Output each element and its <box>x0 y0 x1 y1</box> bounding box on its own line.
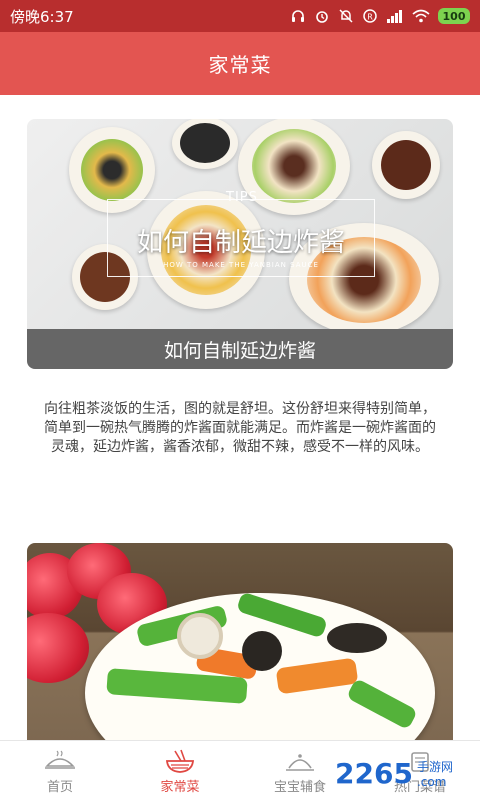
nav-label: 家常菜 <box>160 779 200 795</box>
status-bar: 傍晚6:37 R 100 <box>0 0 480 32</box>
status-icons: R 100 <box>290 6 470 26</box>
cloche-icon <box>283 748 317 776</box>
article-card[interactable]: TIPS 如何自制延边炸酱 HOW TO MAKE THE YANBIAN SA… <box>27 119 453 369</box>
nav-label: 宝宝辅食 <box>273 779 326 795</box>
registered-icon: R <box>362 6 378 26</box>
watermark-logo: 2265 手游网 .com <box>335 752 475 794</box>
article-cover-image[interactable] <box>27 543 453 740</box>
mute-bell-icon <box>338 6 354 26</box>
bowl-illustration <box>172 119 238 169</box>
signal-icon <box>386 6 404 26</box>
article-card[interactable] <box>27 543 453 740</box>
rose-illustration <box>27 613 89 683</box>
article-caption[interactable]: 如何自制延边炸酱 <box>27 329 453 369</box>
nav-label: 首页 <box>46 779 73 795</box>
battery-indicator: 100 <box>438 8 470 24</box>
tips-overlay: TIPS 如何自制延边炸酱 HOW TO MAKE THE YANBIAN SA… <box>107 190 375 277</box>
tips-tag: TIPS <box>226 190 258 205</box>
vegetable-illustration <box>177 613 223 659</box>
watermark-domain: .com <box>416 774 447 789</box>
headset-icon <box>290 6 306 26</box>
alarm-icon <box>314 6 330 26</box>
article-description: 向往粗茶淡饭的生活，图的就是舒坦。这份舒坦来得特别简单，简单到一碗热气腾腾的炸酱… <box>44 401 436 455</box>
page-title: 家常菜 <box>208 53 272 77</box>
article-cover-image[interactable]: TIPS 如何自制延边炸酱 HOW TO MAKE THE YANBIAN SA… <box>27 119 453 335</box>
noodle-bowl-icon <box>163 748 197 776</box>
dish-cover-icon <box>43 748 77 776</box>
article-feed[interactable]: TIPS 如何自制延边炸酱 HOW TO MAKE THE YANBIAN SA… <box>0 95 480 740</box>
vegetable-illustration <box>242 631 282 671</box>
bowl-illustration <box>372 131 440 199</box>
wifi-icon <box>412 6 430 26</box>
watermark-side: 手游网 .com <box>417 758 453 789</box>
watermark-number: 2265 <box>335 756 413 790</box>
status-time: 傍晚6:37 <box>10 7 74 26</box>
vegetable-illustration <box>327 623 387 653</box>
nav-tab-home-cooking[interactable]: 家常菜 <box>120 741 240 801</box>
svg-text:R: R <box>367 13 373 22</box>
article-title: 如何自制延边炸酱 <box>163 339 316 362</box>
overlay-subtitle: HOW TO MAKE THE YANBIAN SAUCE <box>163 261 319 269</box>
nav-tab-home[interactable]: 首页 <box>0 741 120 801</box>
overlay-title: 如何自制延边炸酱 <box>136 228 345 258</box>
watermark-suffix: 手游网 <box>416 759 453 774</box>
app-header: 家常菜 <box>0 32 480 95</box>
